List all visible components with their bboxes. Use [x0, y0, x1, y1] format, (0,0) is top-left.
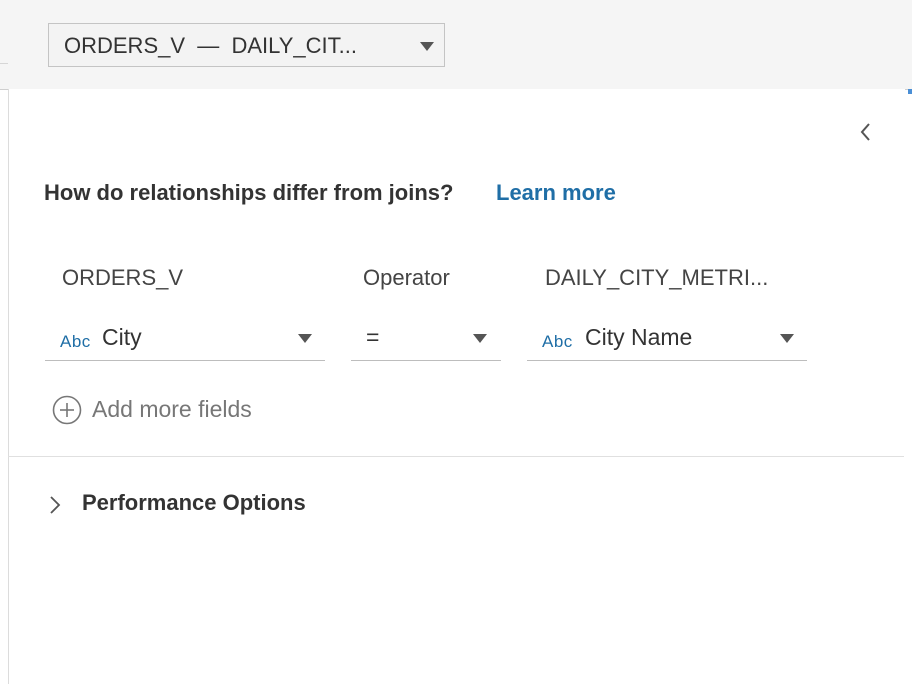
toolbar-divider [0, 63, 8, 64]
panel-accent [908, 89, 912, 94]
plus-circle-icon [52, 395, 82, 425]
collapse-panel-button[interactable] [852, 118, 880, 146]
relationship-panel [8, 89, 905, 684]
toolbar: ORDERS_V — DAILY_CIT... [0, 0, 912, 90]
performance-options-label: Performance Options [82, 490, 306, 515]
operator-dropdown[interactable]: = [351, 318, 501, 361]
string-type-icon: Abc [60, 332, 91, 351]
right-field-value: City Name [585, 324, 693, 350]
left-field-dropdown[interactable]: Abc City [45, 318, 325, 361]
chevron-down-icon [298, 334, 312, 343]
add-more-fields-label: Add more fields [92, 396, 252, 422]
chevron-down-icon [780, 334, 794, 343]
operator-value: = [366, 324, 380, 350]
string-type-icon: Abc [542, 332, 573, 351]
operator-header: Operator [363, 265, 450, 290]
right-field-dropdown[interactable]: Abc City Name [527, 318, 807, 361]
chevron-down-icon [473, 334, 487, 343]
chevron-down-icon [420, 42, 434, 51]
relationship-selector-value: ORDERS_V — DAILY_CIT... [64, 33, 358, 58]
right-table-header: DAILY_CITY_METRI... [545, 265, 769, 290]
chevron-left-icon [860, 123, 870, 141]
left-field-value: City [102, 324, 142, 350]
section-divider [8, 456, 904, 457]
relationships-question: How do relationships differ from joins? [44, 180, 454, 205]
relationship-selector[interactable]: ORDERS_V — DAILY_CIT... [48, 23, 445, 67]
learn-more-link[interactable]: Learn more [496, 180, 616, 206]
left-table-header: ORDERS_V [62, 265, 184, 290]
chevron-right-icon [50, 496, 61, 514]
